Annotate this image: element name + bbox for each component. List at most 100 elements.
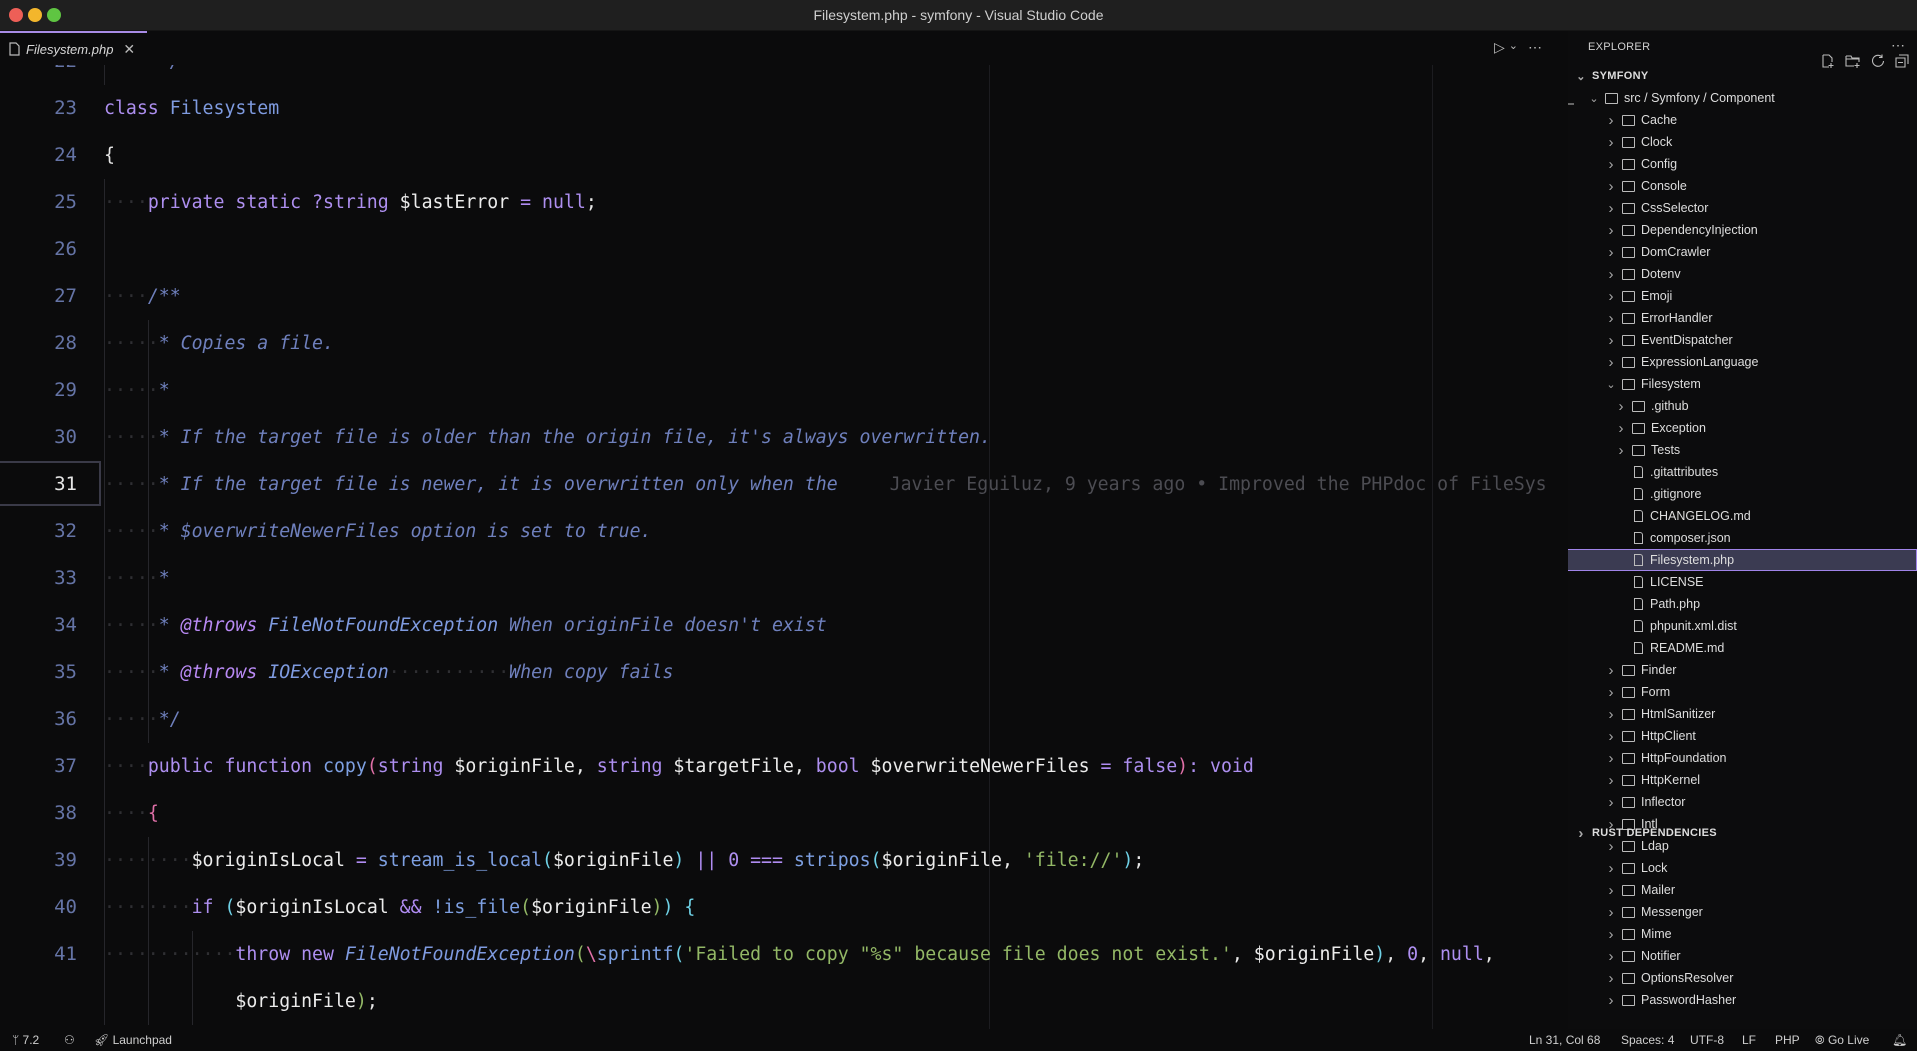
tree-file[interactable]: phpunit.xml.dist xyxy=(1568,615,1917,637)
tree-section[interactable]: › RUST DEPENDENCIES xyxy=(1568,822,1917,844)
chevron-right-icon[interactable]: › xyxy=(1614,398,1628,415)
chevron-right-icon[interactable]: › xyxy=(1604,156,1618,173)
collapse-all-icon[interactable] xyxy=(1895,54,1909,68)
code-line[interactable]: 27 ····/** xyxy=(0,273,1568,320)
new-file-icon[interactable] xyxy=(1821,54,1835,68)
tree-folder[interactable]: › HttpKernel xyxy=(1568,769,1917,791)
chevron-right-icon[interactable]: › xyxy=(1604,354,1618,371)
tree-folder[interactable]: › Dotenv xyxy=(1568,263,1917,285)
code-line[interactable]: $originFile); xyxy=(0,978,1568,1025)
chevron-down-icon[interactable]: ⌄ xyxy=(1587,92,1601,105)
tree-folder[interactable]: ⌄ src / Symfony / Component xyxy=(1568,87,1917,109)
chevron-right-icon[interactable]: › xyxy=(1604,310,1618,327)
language-mode[interactable]: PHP xyxy=(1775,1033,1800,1047)
bell-icon[interactable]: 🔔︎ xyxy=(1892,1033,1907,1047)
code-line[interactable]: 38 ····{ xyxy=(0,790,1568,837)
encoding[interactable]: UTF-8 xyxy=(1690,1033,1724,1047)
code-line[interactable]: 26 xyxy=(0,226,1568,273)
tree-folder[interactable]: › HttpClient xyxy=(1568,725,1917,747)
code-line[interactable]: 36 ·····*/ xyxy=(0,696,1568,743)
chevron-right-icon[interactable]: › xyxy=(1604,794,1618,811)
tab-filesystem-php[interactable]: Filesystem.php ✕ xyxy=(0,31,147,65)
chevron-right-icon[interactable]: › xyxy=(1604,992,1618,1009)
code-line[interactable]: 24 { xyxy=(0,132,1568,179)
chevron-right-icon[interactable]: › xyxy=(1604,178,1618,195)
tree-file[interactable]: README.md xyxy=(1568,637,1917,659)
tree-folder[interactable]: › Messenger xyxy=(1568,901,1917,923)
chevron-right-icon[interactable]: › xyxy=(1604,222,1618,239)
chevron-right-icon[interactable]: › xyxy=(1614,420,1628,437)
tree-folder[interactable]: › Inflector xyxy=(1568,791,1917,813)
tree-folder[interactable]: › DependencyInjection xyxy=(1568,219,1917,241)
tree-folder[interactable]: › Form xyxy=(1568,681,1917,703)
code-line[interactable]: 39 ········$originIsLocal = stream_is_loc… xyxy=(0,837,1568,884)
code-line[interactable]: 34 ·····* @throws FileNotFoundException W… xyxy=(0,602,1568,649)
tree-file[interactable]: CHANGELOG.md xyxy=(1568,505,1917,527)
code-line[interactable]: 40 ········if ($originIsLocal && !is_file… xyxy=(0,884,1568,931)
live-share-icon[interactable]: ⚇ xyxy=(64,1033,75,1047)
chevron-right-icon[interactable]: › xyxy=(1604,970,1618,987)
more-icon[interactable]: ⋯ xyxy=(1891,37,1905,54)
chevron-down-icon[interactable]: ⌄ xyxy=(1604,378,1618,391)
tree-folder[interactable]: › ExpressionLanguage xyxy=(1568,351,1917,373)
indentation[interactable]: Spaces: 4 xyxy=(1621,1033,1674,1047)
chevron-right-icon[interactable]: › xyxy=(1604,772,1618,789)
tree-folder[interactable]: › CssSelector xyxy=(1568,197,1917,219)
tree-folder[interactable]: › Tests xyxy=(1568,439,1917,461)
chevron-right-icon[interactable]: › xyxy=(1604,728,1618,745)
tree-folder[interactable]: › Clock xyxy=(1568,131,1917,153)
line-ending[interactable]: LF xyxy=(1742,1033,1756,1047)
tree-file[interactable]: composer.json xyxy=(1568,527,1917,549)
chevron-right-icon[interactable]: › xyxy=(1604,750,1618,767)
code-line[interactable]: 35 ·····* @throws IOException···········W… xyxy=(0,649,1568,696)
chevron-right-icon[interactable]: › xyxy=(1574,825,1588,842)
tree-folder[interactable]: › HttpFoundation xyxy=(1568,747,1917,769)
launchpad-button[interactable]: 🚀︎ Launchpad xyxy=(94,1033,172,1047)
tree-file[interactable]: LICENSE xyxy=(1568,571,1917,593)
go-live-button[interactable]: ⦾ Go Live xyxy=(1815,1033,1869,1048)
chevron-right-icon[interactable]: › xyxy=(1604,112,1618,129)
tree-file[interactable]: .gitignore xyxy=(1568,483,1917,505)
chevron-right-icon[interactable]: › xyxy=(1614,442,1628,459)
chevron-right-icon[interactable]: › xyxy=(1604,134,1618,151)
more-actions-icon[interactable]: ⋯ xyxy=(1528,39,1542,56)
code-line[interactable]: 37 ····public function copy(string $origi… xyxy=(0,743,1568,790)
code-line[interactable]: 25 ····private static ?string $lastError … xyxy=(0,179,1568,226)
tree-folder[interactable]: › HtmlSanitizer xyxy=(1568,703,1917,725)
code-line[interactable]: 41 ············throw new FileNotFoundExce… xyxy=(0,931,1568,978)
chevron-right-icon[interactable]: › xyxy=(1604,200,1618,217)
tree-folder[interactable]: › Finder xyxy=(1568,659,1917,681)
tree-folder[interactable]: › Cache xyxy=(1568,109,1917,131)
tree-folder[interactable]: › Emoji xyxy=(1568,285,1917,307)
tree-folder[interactable]: › Mailer xyxy=(1568,879,1917,901)
chevron-right-icon[interactable]: › xyxy=(1604,684,1618,701)
code-line[interactable]: 33 ·····* xyxy=(0,555,1568,602)
run-icon[interactable]: ▷ xyxy=(1494,39,1505,56)
code-line[interactable]: 32 ·····* $overwriteNewerFiles option is … xyxy=(0,508,1568,555)
chevron-right-icon[interactable]: › xyxy=(1604,904,1618,921)
tree-folder[interactable]: › Notifier xyxy=(1568,945,1917,967)
tree-folder[interactable]: › Config xyxy=(1568,153,1917,175)
chevron-right-icon[interactable]: › xyxy=(1604,332,1618,349)
code-line[interactable]: 28 ·····* Copies a file. xyxy=(0,320,1568,367)
refresh-icon[interactable] xyxy=(1871,54,1885,68)
tree-folder[interactable]: › Console xyxy=(1568,175,1917,197)
tree-folder[interactable]: › Exception xyxy=(1568,417,1917,439)
code-line[interactable]: 30 ·····* If the target file is older tha… xyxy=(0,414,1568,461)
close-icon[interactable]: ✕ xyxy=(123,41,135,58)
cursor-position[interactable]: Ln 31, Col 68 xyxy=(1529,1033,1600,1047)
chevron-right-icon[interactable]: › xyxy=(1604,882,1618,899)
chevron-right-icon[interactable]: › xyxy=(1604,926,1618,943)
chevron-down-icon[interactable]: ⌄ xyxy=(1574,70,1588,83)
tree-file[interactable]: Filesystem.php xyxy=(1568,549,1917,571)
tree-section[interactable]: ⌄ SYMFONY xyxy=(1568,65,1917,87)
new-folder-icon[interactable] xyxy=(1845,54,1861,68)
tree-folder[interactable]: › Mime xyxy=(1568,923,1917,945)
code-line[interactable]: 23 class Filesystem xyxy=(0,85,1568,132)
tree-folder[interactable]: › ErrorHandler xyxy=(1568,307,1917,329)
tree-folder[interactable]: › Lock xyxy=(1568,857,1917,879)
chevron-right-icon[interactable]: › xyxy=(1604,266,1618,283)
tree-file[interactable]: Path.php xyxy=(1568,593,1917,615)
code-line[interactable]: 31 ·····* If the target file is newer, it… xyxy=(0,460,1568,508)
tree-folder[interactable]: › PasswordHasher xyxy=(1568,989,1917,1011)
